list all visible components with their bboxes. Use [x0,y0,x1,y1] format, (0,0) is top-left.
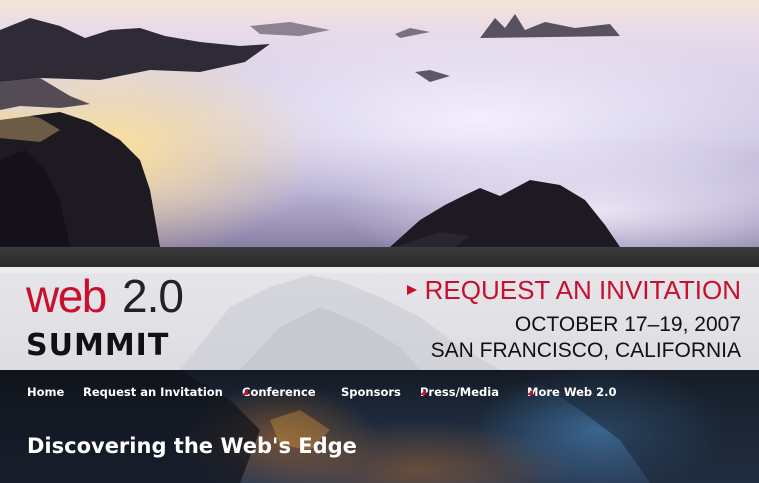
nav-item-sponsors[interactable]: Sponsors [341,385,401,399]
nav-item-label: Request an Invitation [83,385,223,399]
logo-summit-text: SUMMIT [26,328,170,363]
request-invitation-label: REQUEST AN INVITATION [424,275,741,305]
triangle-right-icon [406,285,417,295]
page-tagline: Discovering the Web's Edge [27,434,357,458]
mountain-silhouettes [0,14,620,247]
nav-item-label: Sponsors [341,385,401,399]
nav-item-label: More Web 2.0 [527,385,617,399]
nav-item-press-media[interactable]: Press/Media [420,385,499,399]
nav-item-label: Home [27,385,65,399]
nav-item-conference[interactable]: Conference [242,385,316,399]
event-location: SAN FRANCISCO, CALIFORNIA [430,339,741,362]
nav-section: Home Request an Invitation Conference Sp… [0,370,759,483]
event-date: OCTOBER 17–19, 2007 [514,313,741,336]
nav-item-more-web-2[interactable]: More Web 2.0 [527,385,617,399]
nav-item-label: Conference [242,385,316,399]
request-invitation-link[interactable]: REQUEST AN INVITATION [406,275,741,305]
nav-item-request-invitation[interactable]: Request an Invitation [83,385,223,399]
main-nav: Home Request an Invitation Conference Sp… [0,385,759,403]
hero-divider [0,247,759,267]
caret-down-right-icon [527,389,533,395]
caret-down-right-icon [242,389,248,395]
caret-down-right-icon [420,389,426,395]
nav-item-label: Press/Media [420,385,499,399]
header-banner: web 2.0 SUMMIT REQUEST AN INVITATION OCT… [0,267,759,370]
nav-item-home[interactable]: Home [27,385,64,399]
logo-web-text: web [26,270,107,322]
logo-version-text: 2.0 [122,270,184,322]
web-summit-logo[interactable]: web 2.0 SUMMIT [26,273,196,365]
hero-landscape-image [0,0,759,247]
